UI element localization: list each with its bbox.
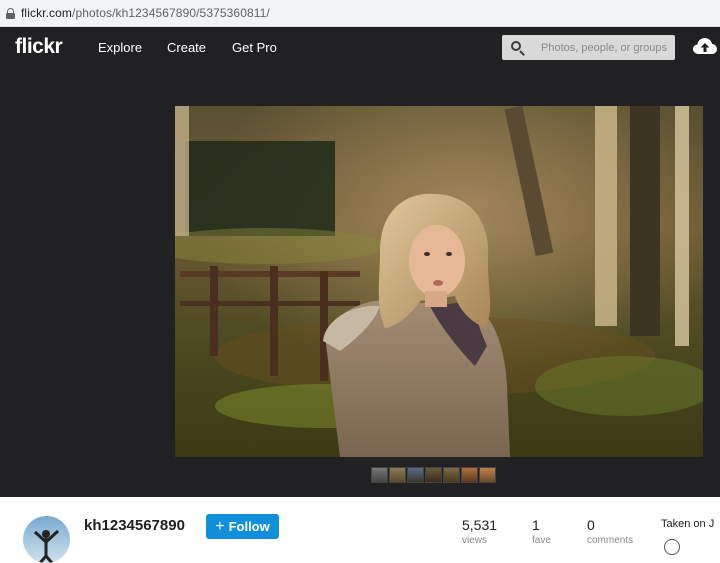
nav-get-pro[interactable]: Get Pro: [232, 40, 277, 55]
photo-image: [175, 106, 703, 457]
stat-faves[interactable]: 1 fave: [532, 517, 551, 546]
thumbnail[interactable]: [371, 467, 388, 483]
search-box[interactable]: [502, 35, 675, 60]
plus-icon: +: [215, 517, 225, 535]
thumbnail[interactable]: [461, 467, 478, 483]
photo-thumbnails: [371, 467, 496, 483]
follow-button[interactable]: + Follow: [206, 514, 279, 539]
thumbnail[interactable]: [389, 467, 406, 483]
stat-label: comments: [587, 535, 634, 546]
photo-stage: [0, 67, 720, 497]
stat-value: 1: [532, 517, 540, 533]
cloud-upload-icon[interactable]: [693, 37, 717, 55]
thumbnail[interactable]: [407, 467, 424, 483]
lock-icon: [6, 7, 15, 19]
browser-address-bar[interactable]: flickr.com/photos/kh1234567890/537536081…: [0, 0, 720, 27]
owner-username[interactable]: kh1234567890: [84, 517, 185, 534]
nav-explore[interactable]: Explore: [98, 40, 142, 55]
thumbnail[interactable]: [425, 467, 442, 483]
photo-meta-bar: kh1234567890 + Follow 5,531 views 1 fave …: [0, 497, 720, 563]
stat-views: 5,531 views: [462, 517, 497, 546]
thumbnail[interactable]: [479, 467, 496, 483]
url-domain: flickr.com: [21, 6, 73, 20]
url-path: /photos/kh1234567890/5375360811/: [72, 6, 270, 20]
search-icon[interactable]: [511, 40, 525, 56]
thumbnail[interactable]: [443, 467, 460, 483]
stat-label: fave: [532, 535, 551, 546]
main-photo[interactable]: [175, 106, 703, 457]
flickr-logo[interactable]: flickr: [15, 35, 63, 59]
camera-info-icon[interactable]: [664, 539, 680, 555]
top-navigation: flickr Explore Create Get Pro: [0, 27, 720, 67]
follow-label: Follow: [228, 519, 270, 534]
url-text[interactable]: flickr.com/photos/kh1234567890/537536081…: [21, 6, 270, 20]
stat-value: 5,531: [462, 517, 498, 533]
stat-comments[interactable]: 0 comments: [587, 517, 633, 546]
search-input[interactable]: [541, 41, 671, 54]
taken-date: Taken on J: [661, 518, 715, 530]
nav-create[interactable]: Create: [167, 40, 206, 55]
owner-avatar[interactable]: [23, 516, 70, 563]
stat-value: 0: [587, 517, 595, 533]
stat-label: views: [462, 535, 488, 546]
